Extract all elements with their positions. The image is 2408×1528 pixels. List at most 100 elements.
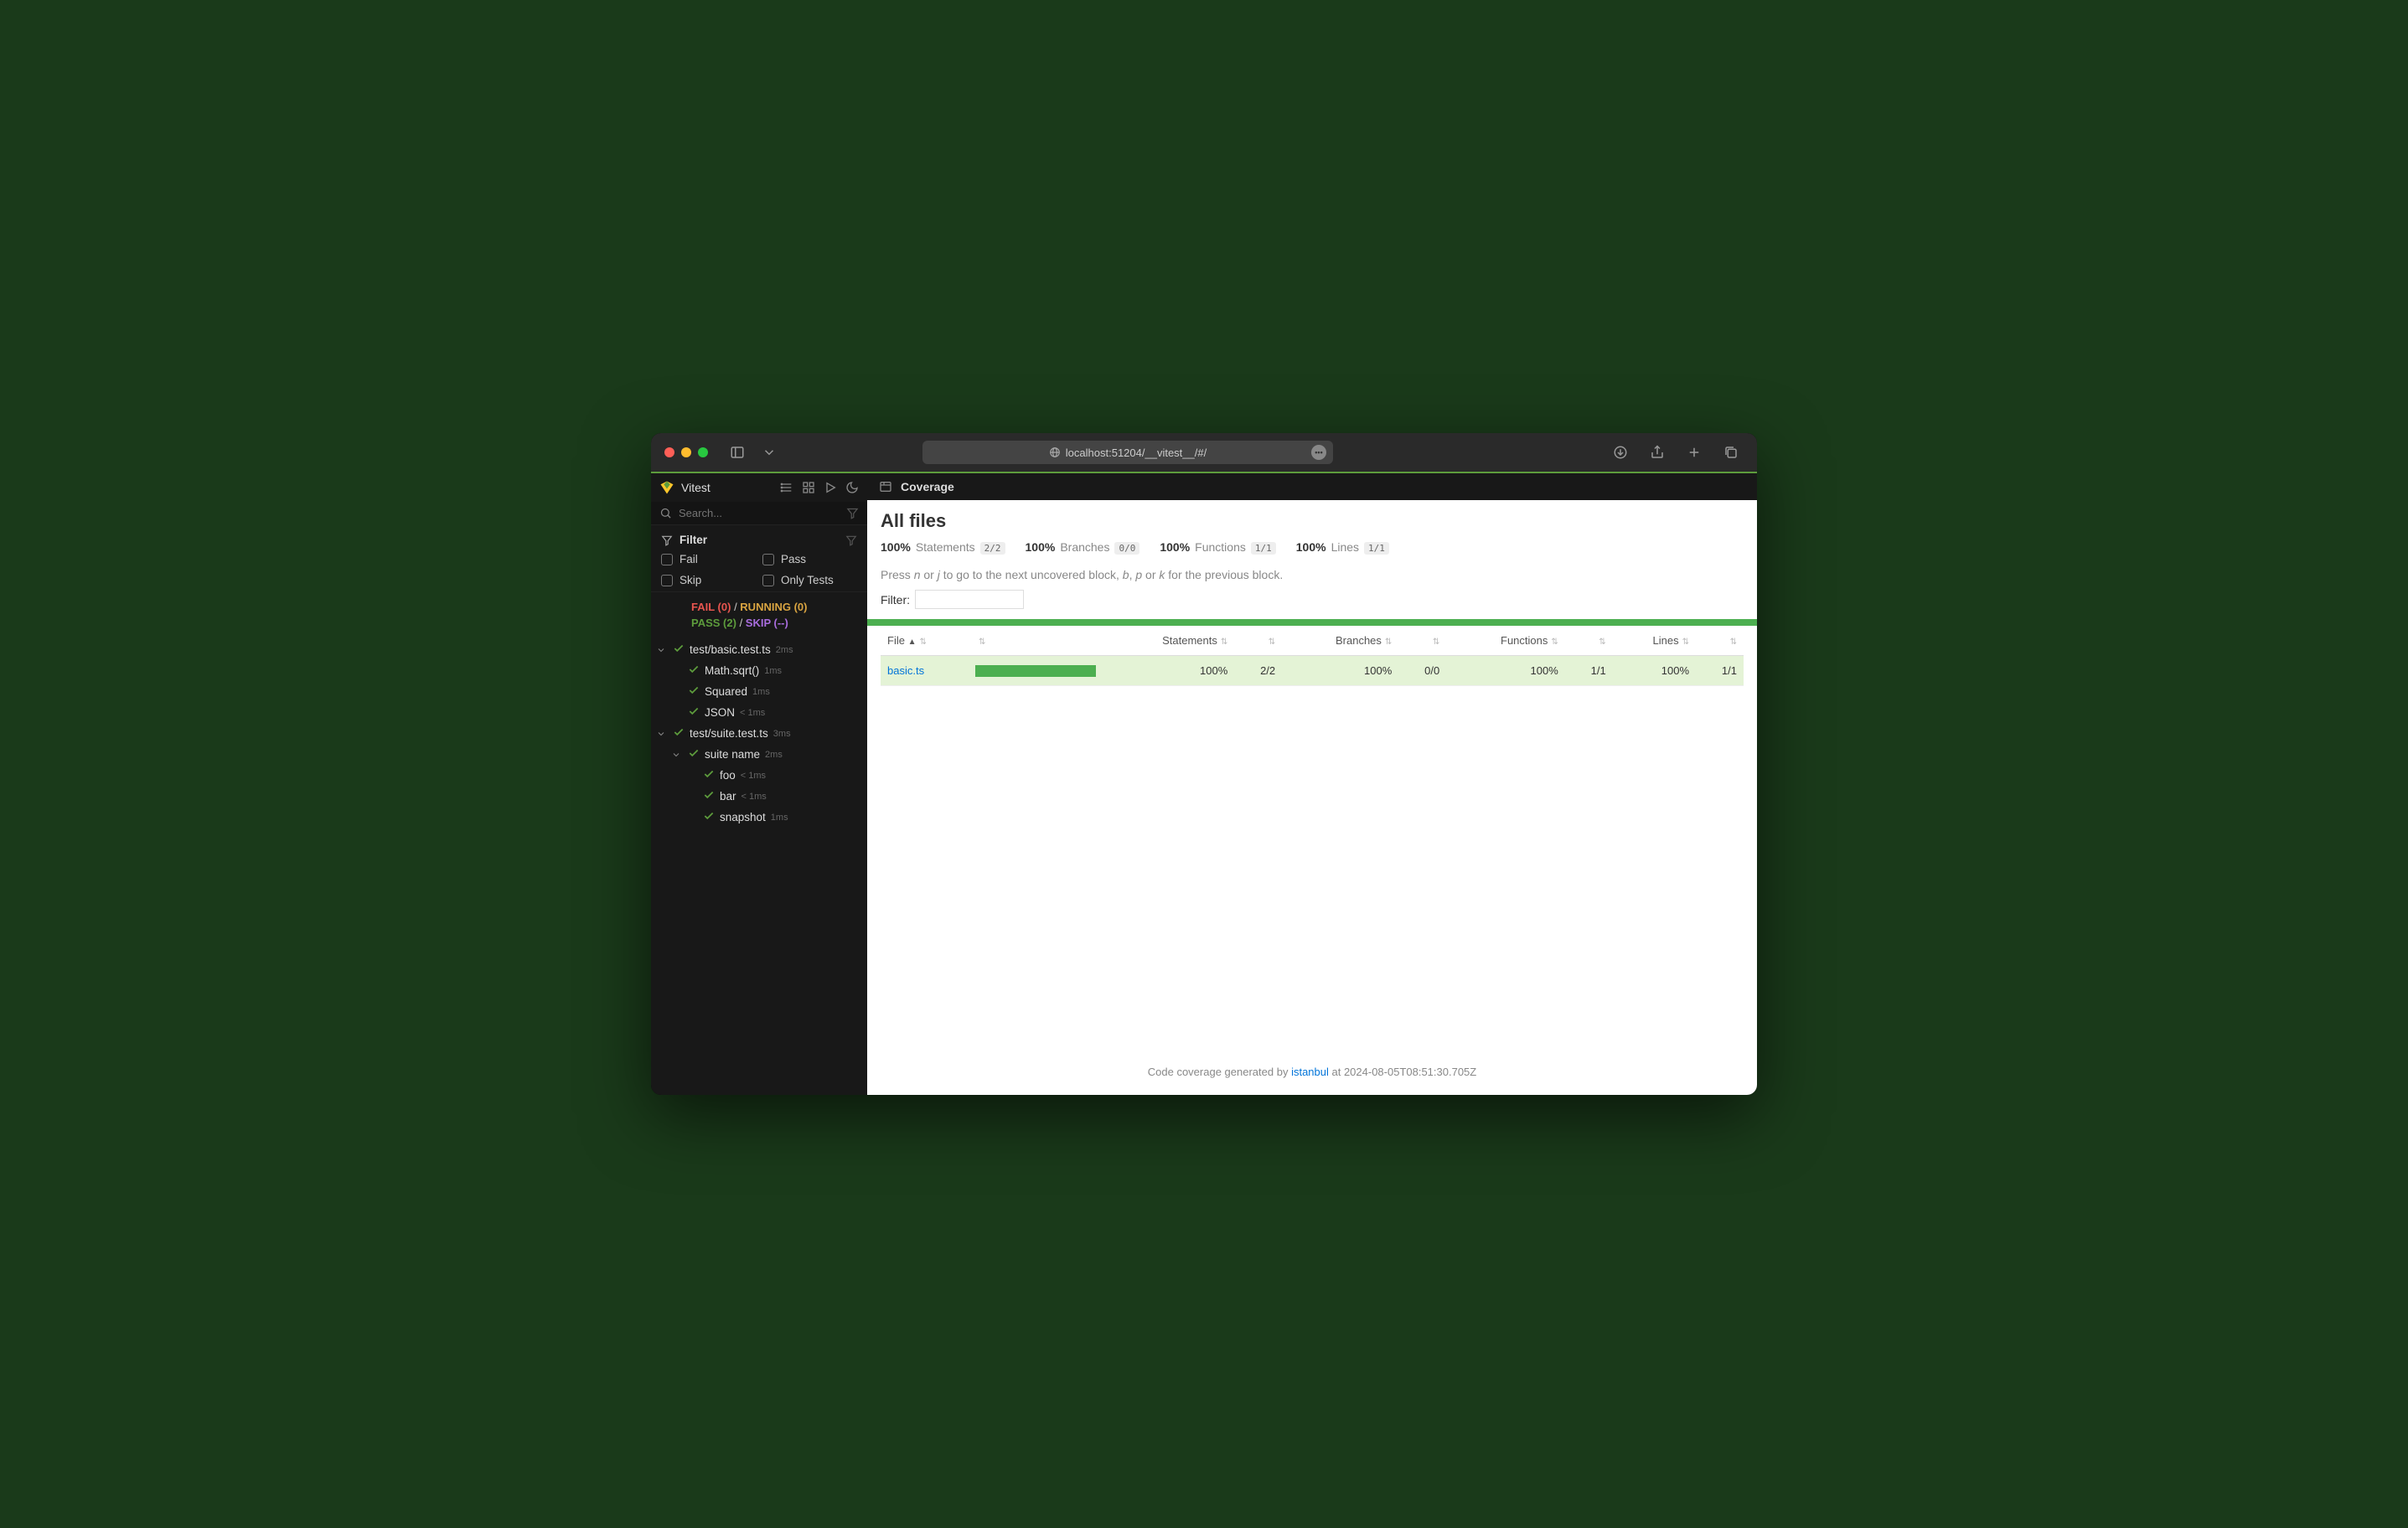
sidebar-title: Vitest [681, 481, 711, 494]
column-header[interactable]: ⇅ [969, 626, 1103, 656]
new-tab-icon[interactable] [1682, 445, 1707, 460]
coverage-stat: 100% Statements 2/2 [881, 540, 1005, 555]
filter-fail-checkbox[interactable]: Fail [661, 553, 756, 565]
tree-time: 2ms [765, 750, 783, 760]
column-header[interactable]: Lines⇅ [1613, 626, 1696, 656]
chevron-down-icon [671, 750, 683, 760]
coverage-table: File ▲⇅⇅Statements⇅⇅Branches⇅⇅Functions⇅… [881, 626, 1744, 686]
coverage-body: All files 100% Statements 2/2100% Branch… [867, 500, 1757, 1095]
coverage-stat: 100% Lines 1/1 [1296, 540, 1389, 555]
filter-funnel-icon[interactable] [846, 507, 859, 519]
app-content: Vitest Filter [651, 472, 1757, 1095]
titlebar: localhost:51204/__vitest__/#/ ••• [651, 433, 1757, 472]
check-icon [703, 810, 715, 824]
column-header[interactable]: Branches⇅ [1282, 626, 1398, 656]
check-icon [673, 726, 685, 741]
main-panel: Coverage All files 100% Statements 2/210… [867, 473, 1757, 1095]
titlebar-right [1608, 445, 1744, 460]
chevron-down-icon [656, 645, 668, 655]
moon-icon[interactable] [845, 481, 859, 494]
tree-time: 1ms [752, 687, 770, 697]
sidebar-header: Vitest [651, 473, 867, 502]
tree-item[interactable]: JSON < 1ms [651, 702, 867, 723]
coverage-filter-input[interactable] [915, 590, 1024, 609]
tree-label: Math.sqrt() [705, 664, 759, 677]
tree-label: bar [720, 790, 736, 803]
minimize-window-button[interactable] [681, 447, 691, 457]
filter-section: Filter Fail Pass Skip Only Tests [651, 525, 867, 592]
column-header[interactable]: Functions⇅ [1446, 626, 1565, 656]
tree-item[interactable]: test/basic.test.ts2ms [651, 639, 867, 660]
column-header[interactable]: ⇅ [1234, 626, 1282, 656]
check-icon [703, 789, 715, 803]
tree-item[interactable]: suite name 2ms [651, 744, 867, 765]
tree-label: test/suite.test.ts [690, 727, 768, 740]
check-icon [688, 705, 700, 720]
column-header[interactable]: Statements⇅ [1103, 626, 1234, 656]
check-icon [688, 684, 700, 699]
column-header[interactable]: File ▲⇅ [881, 626, 969, 656]
check-icon [703, 768, 715, 782]
tree-time: < 1ms [740, 708, 765, 718]
maximize-window-button[interactable] [698, 447, 708, 457]
download-icon[interactable] [1608, 445, 1633, 460]
tree-item[interactable]: Squared 1ms [651, 681, 867, 702]
vitest-logo-icon [659, 480, 674, 495]
panel-title: Coverage [901, 480, 954, 493]
chevron-down-icon[interactable] [757, 445, 782, 460]
list-view-icon[interactable] [780, 481, 793, 494]
filter-label: Filter: [881, 593, 910, 607]
table-row: basic.ts100%2/2100%0/0100%1/1100%1/1 [881, 656, 1744, 686]
coverage-stat: 100% Functions 1/1 [1160, 540, 1275, 555]
file-link[interactable]: basic.ts [887, 664, 924, 677]
sidebar-toggle-icon[interactable] [725, 445, 750, 460]
play-icon[interactable] [824, 481, 837, 494]
coverage-bar [975, 665, 1096, 677]
column-header[interactable]: ⇅ [1565, 626, 1613, 656]
close-window-button[interactable] [664, 447, 674, 457]
tree-item[interactable]: snapshot 1ms [651, 807, 867, 828]
tree-label: suite name [705, 748, 760, 761]
chevron-down-icon [656, 729, 668, 739]
status-summary: FAIL (0) / RUNNING (0) [651, 592, 867, 615]
check-icon [688, 663, 700, 678]
tree-label: Squared [705, 685, 747, 698]
url-text: localhost:51204/__vitest__/#/ [1066, 447, 1207, 459]
tree-item[interactable]: Math.sqrt()1ms [651, 660, 867, 681]
test-tree: test/basic.test.ts2msMath.sqrt()1msSquar… [651, 636, 867, 1095]
column-header[interactable]: ⇅ [1696, 626, 1744, 656]
keyboard-hint: Press n or j to go to the next uncovered… [881, 568, 1744, 581]
table-header-row: File ▲⇅⇅Statements⇅⇅Branches⇅⇅Functions⇅… [881, 626, 1744, 656]
tree-time: 3ms [773, 729, 791, 739]
tree-label: foo [720, 769, 736, 782]
tree-label: snapshot [720, 811, 766, 823]
check-icon [688, 747, 700, 761]
filter-only-checkbox[interactable]: Only Tests [762, 574, 857, 586]
dashboard-icon[interactable] [802, 481, 815, 494]
globe-icon [1049, 447, 1061, 458]
page-settings-icon[interactable]: ••• [1311, 445, 1326, 460]
tree-time: 1ms [771, 813, 788, 823]
coverage-stat: 100% Branches 0/0 [1026, 540, 1140, 555]
search-icon [659, 507, 672, 519]
tree-item[interactable]: bar < 1ms [651, 786, 867, 807]
browser-window: localhost:51204/__vitest__/#/ ••• Vitest [651, 433, 1757, 1095]
tabs-icon[interactable] [1718, 445, 1744, 460]
filter-label: Filter [680, 534, 707, 546]
istanbul-link[interactable]: istanbul [1291, 1066, 1329, 1078]
sidebar: Vitest Filter [651, 473, 867, 1095]
filter-skip-checkbox[interactable]: Skip [661, 574, 756, 586]
url-bar[interactable]: localhost:51204/__vitest__/#/ ••• [922, 441, 1333, 464]
tree-item[interactable]: foo< 1ms [651, 765, 867, 786]
filter-pass-checkbox[interactable]: Pass [762, 553, 857, 565]
filter-clear-icon[interactable] [845, 534, 857, 546]
column-header[interactable]: ⇅ [1398, 626, 1446, 656]
tree-time: < 1ms [742, 792, 767, 802]
tree-label: JSON [705, 706, 735, 719]
share-icon[interactable] [1645, 445, 1670, 460]
traffic-lights [664, 447, 708, 457]
search-input[interactable] [679, 507, 840, 519]
coverage-footer: Code coverage generated by istanbul at 2… [881, 1056, 1744, 1085]
tree-label: test/basic.test.ts [690, 643, 771, 656]
tree-item[interactable]: test/suite.test.ts 3ms [651, 723, 867, 744]
